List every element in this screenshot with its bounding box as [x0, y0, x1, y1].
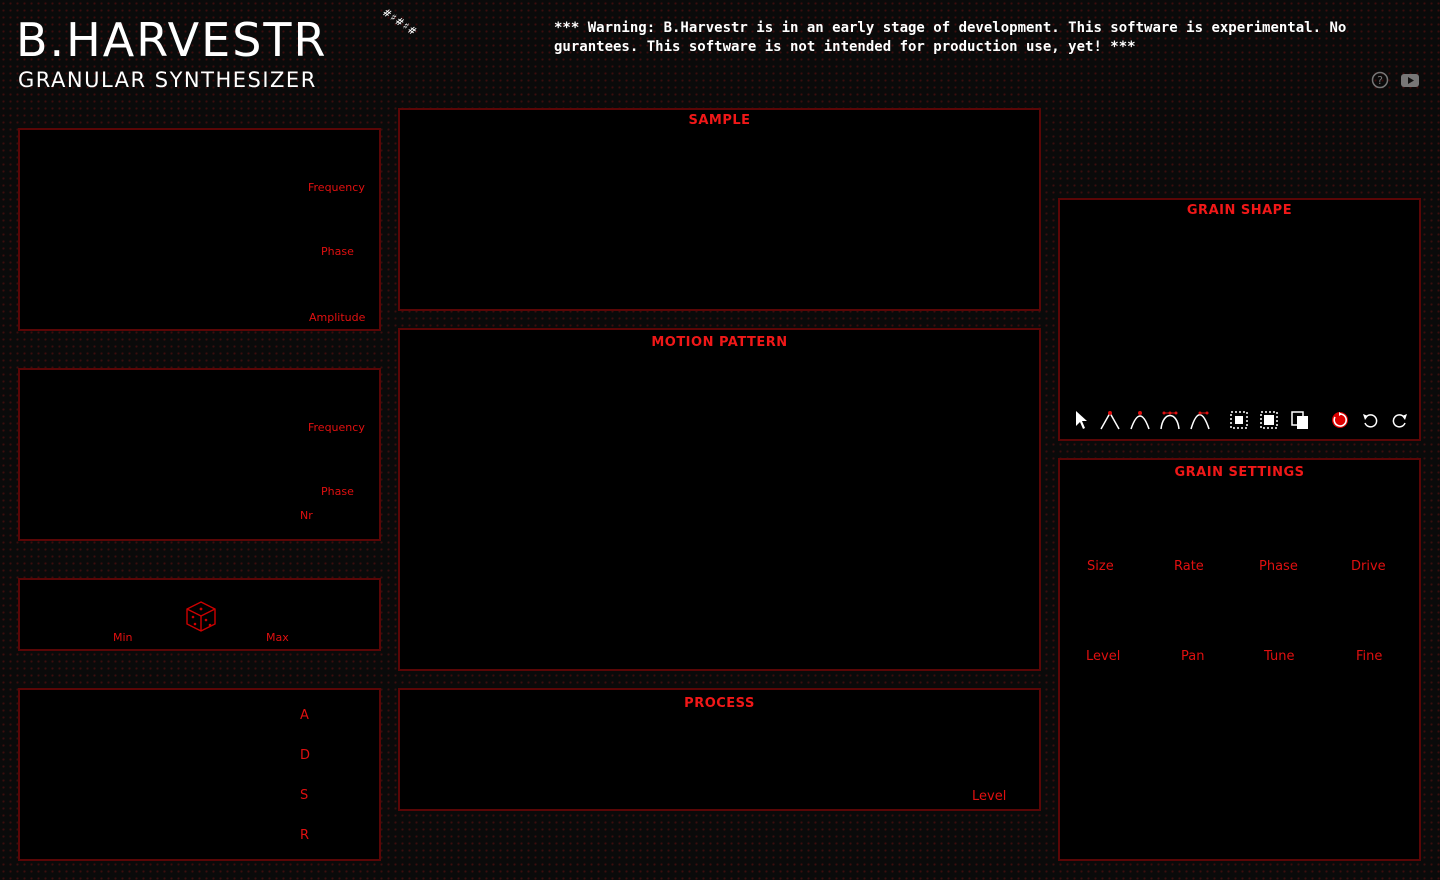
grain-rate-label: Rate: [1174, 559, 1204, 574]
grain-pan-label: Pan: [1181, 649, 1205, 664]
logo-hash-decoration: #♯#♯#: [380, 6, 420, 39]
select-area-icon[interactable]: [1228, 409, 1250, 431]
envelope-panel: A D S R: [18, 688, 381, 861]
random-max-label: Max: [266, 631, 289, 644]
random-min-label: Min: [113, 631, 133, 644]
envelope-release-label: R: [300, 828, 310, 843]
grain-settings-title: GRAIN SETTINGS: [1174, 465, 1305, 480]
node-bezier-icon[interactable]: [1159, 409, 1181, 431]
grain-settings-panel: GRAIN SETTINGS Size Rate Phase Drive Lev…: [1058, 458, 1421, 861]
reset-icon[interactable]: [1329, 409, 1351, 431]
paste-icon[interactable]: [1289, 409, 1311, 431]
undo-icon[interactable]: [1359, 409, 1381, 431]
lfo1-amplitude-label: Amplitude: [309, 311, 366, 324]
help-icon[interactable]: ?: [1371, 71, 1389, 89]
sample-panel[interactable]: SAMPLE: [398, 108, 1041, 311]
grain-fine-label: Fine: [1356, 649, 1383, 664]
redo-icon[interactable]: [1389, 409, 1411, 431]
random-panel: Min Max: [18, 578, 381, 651]
lfo2-frequency-label: Frequency: [308, 421, 365, 434]
lfo1-frequency-label: Frequency: [308, 181, 365, 194]
grain-level-label: Level: [1086, 649, 1121, 664]
youtube-icon[interactable]: [1400, 71, 1420, 89]
lfo2-nr-label: Nr: [300, 509, 313, 522]
copy-icon[interactable]: [1258, 409, 1280, 431]
dice-icon[interactable]: [184, 599, 218, 633]
grain-drive-label: Drive: [1351, 559, 1386, 574]
node-asym-icon[interactable]: [1189, 409, 1211, 431]
process-title: PROCESS: [684, 696, 755, 711]
motion-pattern-panel[interactable]: MOTION PATTERN: [398, 328, 1041, 671]
svg-text:?: ?: [1377, 74, 1383, 87]
envelope-attack-label: A: [300, 708, 309, 723]
grain-shape-title: GRAIN SHAPE: [1186, 203, 1293, 218]
lfo2-panel: Frequency Phase Nr: [18, 368, 381, 541]
grain-size-label: Size: [1087, 559, 1114, 574]
select-pointer-icon[interactable]: [1070, 409, 1092, 431]
node-smooth-icon[interactable]: [1129, 409, 1151, 431]
motion-pattern-title: MOTION PATTERN: [651, 335, 788, 350]
app-title: B.HARVESTR: [16, 13, 328, 67]
lfo1-panel: Frequency Phase Amplitude: [18, 128, 381, 331]
lfo2-phase-label: Phase: [321, 485, 354, 498]
lfo1-phase-label: Phase: [321, 245, 354, 258]
grain-shape-panel[interactable]: GRAIN SHAPE: [1058, 198, 1421, 441]
envelope-sustain-label: S: [300, 788, 309, 803]
warning-text: *** Warning: B.Harvestr is in an early s…: [554, 20, 1347, 55]
process-level-label: Level: [972, 789, 1007, 804]
envelope-decay-label: D: [300, 748, 311, 763]
node-sharp-icon[interactable]: [1099, 409, 1121, 431]
app-subtitle: GRANULAR SYNTHESIZER: [18, 68, 317, 92]
process-panel: PROCESS Level: [398, 688, 1041, 811]
grain-phase-label: Phase: [1259, 559, 1298, 574]
sample-title: SAMPLE: [688, 113, 751, 128]
grain-tune-label: Tune: [1264, 649, 1295, 664]
